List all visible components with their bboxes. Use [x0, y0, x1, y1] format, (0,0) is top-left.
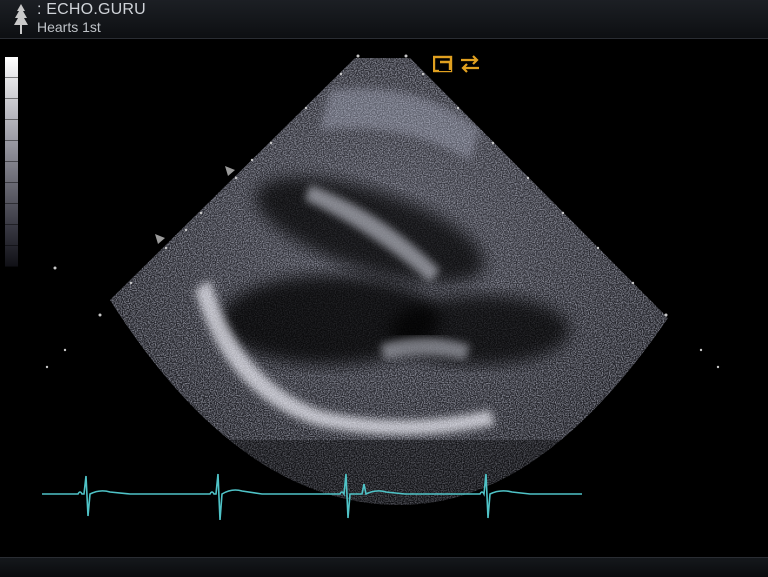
ultrasound-image	[42, 54, 720, 521]
depth-arrowhead-icon	[155, 234, 165, 244]
depth-arrowhead-icon	[225, 166, 235, 176]
app-subtitle: Hearts 1st	[37, 19, 101, 35]
footer-bar	[0, 557, 768, 577]
app-title: : ECHO.GURU	[37, 1, 146, 18]
scan-sector	[110, 58, 668, 505]
header-bar: : ECHO.GURU Hearts 1st	[0, 0, 768, 39]
tree-logo-icon	[14, 4, 28, 34]
probe-orientation-icon	[433, 55, 453, 73]
swap-arrows-icon	[461, 55, 479, 73]
orientation-markers	[433, 55, 479, 73]
